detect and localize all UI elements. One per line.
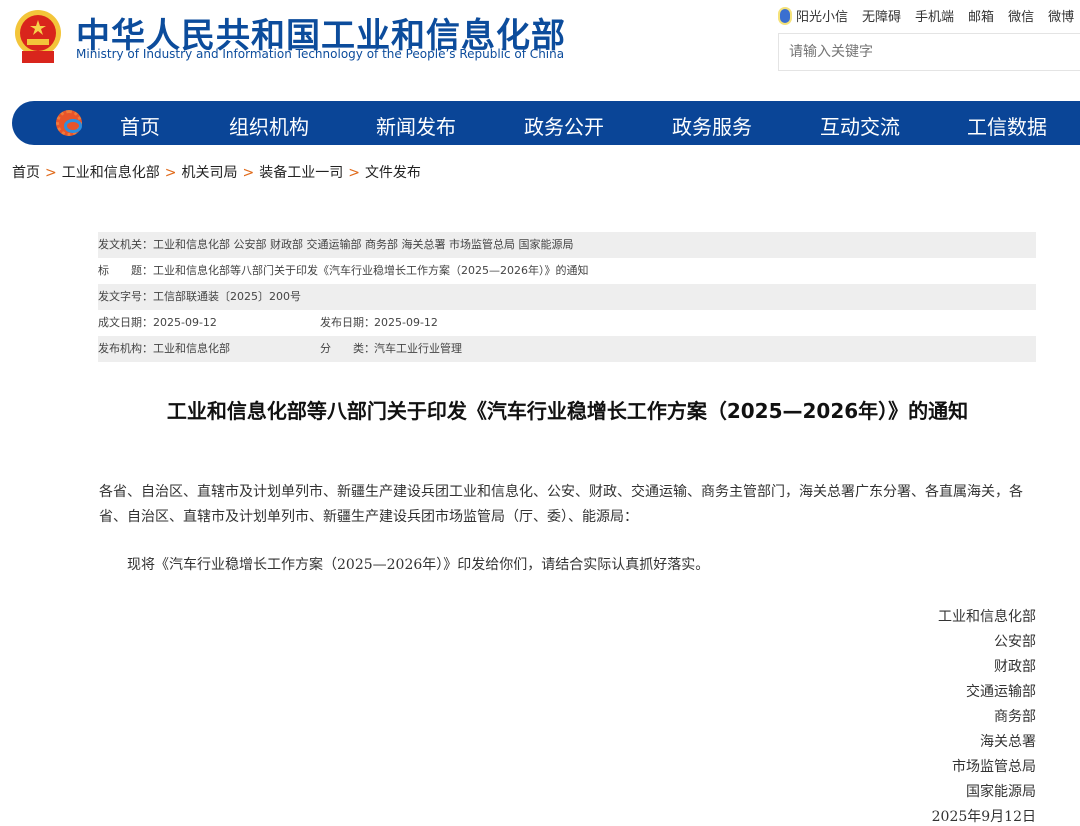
- meta-value: 工业和信息化部等八部门关于印发《汽车行业稳增长工作方案（2025—2026年）》…: [153, 264, 589, 277]
- meta-label: 分 类：: [320, 342, 375, 355]
- nav-gov-affairs-open[interactable]: 政务公开: [524, 111, 604, 140]
- signatory: 市场监管总局: [952, 759, 1036, 775]
- nav-interaction[interactable]: 互动交流: [820, 111, 900, 140]
- sunshine-icon: [780, 9, 790, 23]
- meta-value: 工信部联通装〔2025〕200号: [153, 290, 301, 303]
- breadcrumb-item[interactable]: 首页: [12, 165, 40, 181]
- document-title: 工业和信息化部等八部门关于印发《汽车行业稳增长工作方案（2025—2026年）》…: [166, 399, 969, 423]
- breadcrumb-separator: >: [164, 165, 177, 181]
- top-links: 阳光小信 无障碍 手机端 邮箱 微信 微博 R: [780, 6, 1080, 25]
- top-link-sunshine[interactable]: 阳光小信: [780, 6, 848, 25]
- signatory: 商务部: [994, 709, 1036, 725]
- meta-row-number: 发文字号： 工信部联通装〔2025〕200号: [98, 284, 1036, 310]
- document-body: 现将《汽车行业稳增长工作方案（2025—2026年）》印发给你们，请结合实际认真…: [127, 557, 710, 573]
- signatory: 国家能源局: [966, 784, 1036, 800]
- meta-value: 2025-09-12: [374, 316, 438, 329]
- meta-value: 工业和信息化部 公安部 财政部 交通运输部 商务部 海关总署 市场监管总局 国家…: [153, 238, 574, 251]
- main-nav: 首页 组织机构 新闻发布 政务公开 政务服务 互动交流 工信数据: [12, 101, 1080, 145]
- nav-data[interactable]: 工信数据: [967, 111, 1047, 140]
- breadcrumb-item[interactable]: 机关司局: [181, 165, 237, 181]
- meta-value: 工业和信息化部: [153, 342, 230, 355]
- breadcrumb-separator: >: [348, 165, 360, 181]
- meta-label: 发布机构：: [98, 342, 153, 355]
- signatory: 公安部: [994, 634, 1036, 650]
- meta-label: 成文日期：: [98, 316, 153, 329]
- national-emblem-logo: [12, 9, 64, 65]
- breadcrumb-item[interactable]: 文件发布: [365, 165, 421, 181]
- nav-organization[interactable]: 组织机构: [229, 111, 309, 140]
- breadcrumb-item[interactable]: 工业和信息化部: [62, 165, 160, 181]
- search-input[interactable]: [778, 33, 1080, 71]
- meta-label: 发文机关：: [98, 238, 153, 251]
- top-link-mobile[interactable]: 手机端: [915, 6, 954, 25]
- meta-label: 发布日期：: [320, 316, 375, 329]
- document-addressee: 各省、自治区、直辖市及计划单列市、新疆生产建设兵团工业和信息化、公安、财政、交通…: [99, 484, 1023, 525]
- signatory: 工业和信息化部: [938, 609, 1036, 625]
- site-subtitle: Ministry of Industry and Information Tec…: [76, 47, 565, 61]
- signatory: 财政部: [994, 659, 1036, 675]
- nav-news[interactable]: 新闻发布: [376, 111, 456, 140]
- meta-row-org: 发布机构： 工业和信息化部 分 类： 汽车工业行业管理: [98, 336, 1036, 362]
- top-link-accessibility[interactable]: 无障碍: [862, 6, 901, 25]
- meta-value: 汽车工业行业管理: [374, 342, 462, 355]
- meta-value: 2025-09-12: [153, 316, 217, 329]
- document-metadata-table: 发文机关： 工业和信息化部 公安部 财政部 交通运输部 商务部 海关总署 市场监管…: [98, 232, 1036, 362]
- signatory: 海关总署: [980, 734, 1036, 750]
- top-link-mail[interactable]: 邮箱: [968, 6, 994, 25]
- meta-row-dates: 成文日期： 2025-09-12 发布日期： 2025-09-12: [98, 310, 1036, 336]
- meta-label: 标 题：: [98, 264, 153, 277]
- meta-row-issuer: 发文机关： 工业和信息化部 公安部 财政部 交通运输部 商务部 海关总署 市场监管…: [98, 232, 1036, 258]
- breadcrumb-separator: >: [45, 165, 57, 181]
- signatory: 交通运输部: [966, 684, 1036, 700]
- breadcrumb: 首页 > 工业和信息化部 > 机关司局 > 装备工业一司 > 文件发布: [12, 162, 421, 182]
- breadcrumb-separator: >: [242, 165, 255, 181]
- top-link-weibo[interactable]: 微博: [1048, 6, 1074, 25]
- top-link-wechat[interactable]: 微信: [1008, 6, 1034, 25]
- meta-row-title: 标 题： 工业和信息化部等八部门关于印发《汽车行业稳增长工作方案（2025—202…: [98, 258, 1036, 284]
- nav-home[interactable]: 首页: [120, 111, 160, 140]
- nav-logo-icon: [56, 110, 82, 136]
- breadcrumb-item[interactable]: 装备工业一司: [259, 165, 343, 181]
- document-date: 2025年9月12日: [931, 809, 1036, 825]
- nav-gov-services[interactable]: 政务服务: [672, 111, 752, 140]
- meta-label: 发文字号：: [98, 290, 153, 303]
